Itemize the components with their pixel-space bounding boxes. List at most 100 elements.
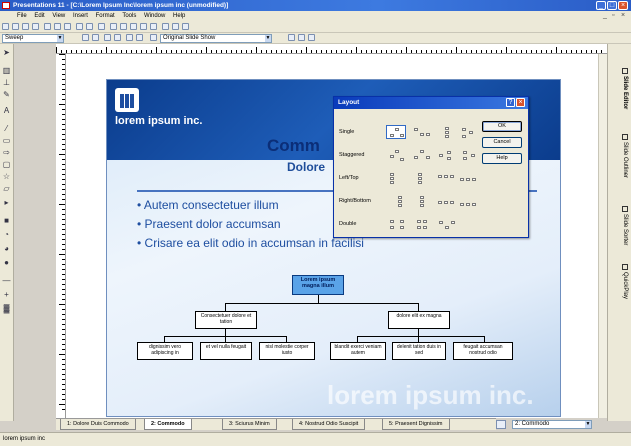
save-icon[interactable] <box>22 23 29 30</box>
redo-icon[interactable] <box>86 23 93 30</box>
line-tool-icon[interactable]: ⁄ <box>2 124 11 133</box>
help-button[interactable]: Help <box>482 153 522 164</box>
layout-lefttop-3[interactable] <box>436 171 456 185</box>
layout-single-1[interactable] <box>386 125 406 139</box>
ruler-icon[interactable] <box>308 34 315 41</box>
paste-icon[interactable] <box>64 23 71 30</box>
slide-tab-4[interactable]: 4: Nostrud Odio Suscipit <box>292 419 366 430</box>
slide-show-icon[interactable] <box>98 23 105 30</box>
bullets-icon[interactable] <box>126 34 133 41</box>
view-select[interactable]: Original Slide Show ▼ <box>160 34 272 43</box>
layout-single-3[interactable] <box>436 125 456 139</box>
vertical-scrollbar[interactable] <box>598 54 607 418</box>
menu-window[interactable]: Window <box>141 11 168 21</box>
speed-icon[interactable] <box>92 34 99 41</box>
rectangle-tool-icon[interactable]: ▭ <box>2 136 11 145</box>
bullet-1[interactable]: • Autem consectetuer illum <box>137 198 279 212</box>
direction-icon[interactable] <box>82 34 89 41</box>
dialog-close-icon[interactable]: × <box>516 98 525 107</box>
slide-select[interactable]: 2: Commodo ▼ <box>512 420 592 429</box>
help-question-icon[interactable]: ? <box>506 98 515 107</box>
close-icon[interactable]: × <box>618 1 628 10</box>
new-icon[interactable] <box>2 23 9 30</box>
star-icon[interactable] <box>182 23 189 30</box>
bullet-3[interactable]: • Crisare ea elit odio in accumsan in fa… <box>137 236 364 250</box>
slide-title[interactable]: Comm <box>267 136 320 156</box>
layout-staggered-3[interactable] <box>436 148 456 162</box>
tab-slide-outliner[interactable]: Slide Outliner <box>612 134 628 178</box>
org-leaf-3[interactable]: nisl molestie corper iusto <box>259 342 315 360</box>
minimize-icon[interactable]: _ <box>596 1 606 10</box>
org-leaf-1[interactable]: dignissim vero adipiscing in <box>137 342 193 360</box>
action-tool-icon[interactable]: ▸ <box>2 198 11 207</box>
layout-rightbottom-2[interactable] <box>411 194 431 208</box>
menu-file[interactable]: File <box>14 11 30 21</box>
ok-button[interactable]: OK <box>482 121 522 132</box>
org-leaf-6[interactable]: feugait accumsan nostrud odio <box>453 342 513 360</box>
menu-format[interactable]: Format <box>93 11 118 21</box>
background-icon[interactable] <box>104 34 111 41</box>
maximize-icon[interactable]: □ <box>607 1 617 10</box>
layout-lefttop-2[interactable] <box>411 171 431 185</box>
pattern-icon[interactable]: ▓ <box>2 304 11 313</box>
menu-help[interactable]: Help <box>170 11 188 21</box>
grid-icon[interactable] <box>298 34 305 41</box>
doc-close-icon[interactable]: × <box>621 12 625 19</box>
layout-staggered-1[interactable] <box>386 148 406 162</box>
print-icon[interactable] <box>32 23 39 30</box>
sound-icon[interactable] <box>136 34 143 41</box>
slide-navigator-icon[interactable] <box>496 420 506 429</box>
text-icon[interactable] <box>150 23 157 30</box>
layout-staggered-4[interactable] <box>458 148 478 162</box>
shadow-icon[interactable]: ● <box>2 258 11 267</box>
transition-select[interactable]: Sweep ▼ <box>2 34 64 43</box>
text-color-icon[interactable]: ◕ <box>2 244 11 253</box>
image-icon[interactable] <box>130 23 137 30</box>
menu-edit[interactable]: Edit <box>31 11 47 21</box>
flowchart-tool-icon[interactable]: ▢ <box>2 160 11 169</box>
layout-staggered-2[interactable] <box>411 148 431 162</box>
layout-single-4[interactable] <box>458 125 478 139</box>
slide-tab-1[interactable]: 1: Dolore Duis Commodo <box>60 419 136 430</box>
org-mid-box-2[interactable]: dolore elit ex magna <box>388 311 450 329</box>
org-leaf-5[interactable]: delenit tation duis in sed <box>392 342 446 360</box>
tab-quickplay[interactable]: QuickPlay <box>612 264 628 299</box>
zoom-icon[interactable] <box>162 23 169 30</box>
layout-lefttop-1[interactable] <box>386 171 406 185</box>
slide-tab-5[interactable]: 5: Praesent Dignissim <box>382 419 450 430</box>
line-style-icon[interactable]: — <box>2 276 11 285</box>
arrow-shape-tool-icon[interactable]: ⇨ <box>2 148 11 157</box>
org-mid-box-1[interactable]: Consectetuer dolore et tation <box>195 311 257 329</box>
layout-lefttop-4[interactable] <box>458 171 478 185</box>
doc-minimize-icon[interactable]: _ <box>603 12 607 19</box>
org-leaf-4[interactable]: blandit exerci veniam autem <box>330 342 386 360</box>
open-icon[interactable] <box>12 23 19 30</box>
line-width-icon[interactable]: + <box>2 290 11 299</box>
layout-rightbottom-3[interactable] <box>436 194 456 208</box>
layout-rightbottom-1[interactable] <box>386 194 406 208</box>
cancel-button[interactable]: Cancel <box>482 137 522 148</box>
bullet-2[interactable]: • Praesent dolor accumsan <box>137 217 281 231</box>
undo-icon[interactable] <box>76 23 83 30</box>
org-top-box[interactable]: Lorem ipsum magna illum <box>292 275 344 295</box>
line-color-icon[interactable]: ◔ <box>2 230 11 239</box>
menu-view[interactable]: View <box>49 11 68 21</box>
text-tool-icon[interactable]: A <box>2 106 11 115</box>
chart-icon[interactable] <box>110 23 117 30</box>
star-shape-tool-icon[interactable]: ☆ <box>2 172 11 181</box>
draw-icon[interactable] <box>140 23 147 30</box>
copy-icon[interactable] <box>54 23 61 30</box>
fill-color-icon[interactable]: ■ <box>2 216 11 225</box>
menu-tools[interactable]: Tools <box>119 11 139 21</box>
layout-double-2[interactable] <box>411 217 431 231</box>
play-icon[interactable] <box>288 34 295 41</box>
cut-icon[interactable] <box>44 23 51 30</box>
layout-double-1[interactable] <box>386 217 406 231</box>
slide-tab-2[interactable]: 2: Commodo <box>144 419 192 430</box>
tab-slide-sorter[interactable]: Slide Sorter <box>612 206 628 245</box>
slide-tab-3[interactable]: 3: Sciurus Minim <box>222 419 277 430</box>
spell-icon[interactable] <box>172 23 179 30</box>
layout-double-3[interactable] <box>436 217 456 231</box>
slide-subtitle[interactable]: Dolore <box>287 160 325 174</box>
brush-tool-icon[interactable]: ✎ <box>2 90 11 99</box>
